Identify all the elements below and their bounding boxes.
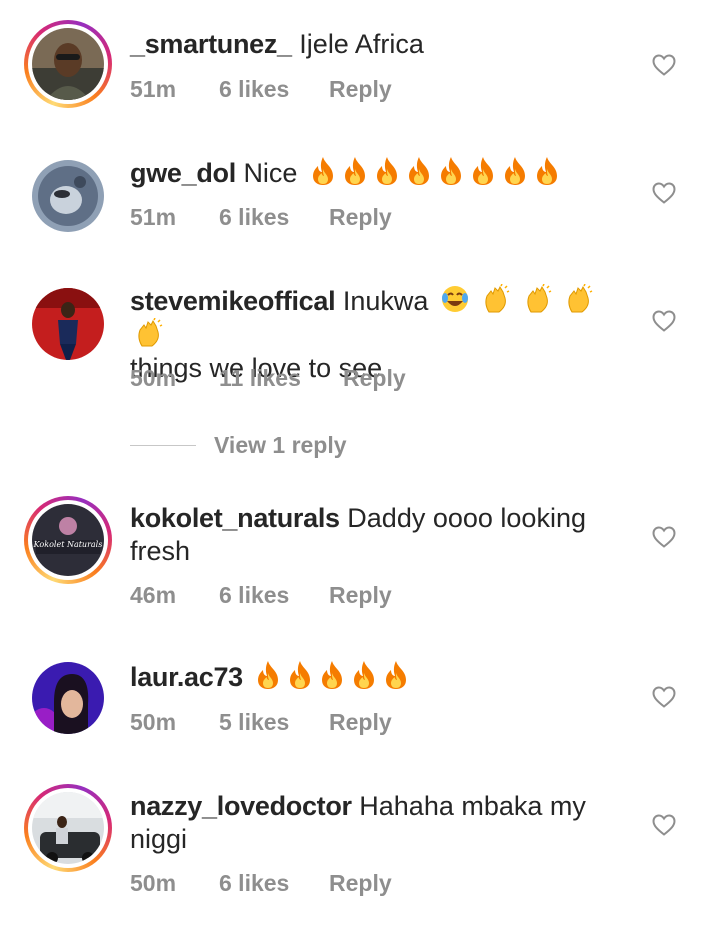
heart-outline-icon[interactable]	[652, 54, 676, 76]
divider	[130, 445, 196, 446]
comment-text: _smartunez_ Ijele Africa	[130, 28, 610, 61]
comment-likes[interactable]: 11 likes	[219, 365, 343, 392]
comment-meta: 46m 6 likes Reply	[130, 582, 392, 609]
clapping-hands-emoji	[568, 284, 593, 313]
view-replies-button[interactable]: View 1 reply	[130, 432, 347, 459]
comment-text: nazzy_lovedoctor Hahaha mbaka my niggi	[130, 790, 610, 856]
avatar-wrap[interactable]	[24, 654, 112, 742]
comment-body: Nice	[243, 158, 298, 188]
comment-username[interactable]: stevemikeoffical	[130, 286, 336, 316]
comment-meta: 51m 6 likes Reply	[130, 76, 392, 103]
comment-time: 50m	[130, 870, 177, 896]
comment-username[interactable]: kokolet_naturals	[130, 503, 340, 533]
avatar	[32, 160, 104, 232]
comment-likes[interactable]: 6 likes	[219, 582, 329, 609]
fire-emoji	[344, 157, 365, 185]
avatar-wrap[interactable]	[24, 280, 112, 368]
heart-outline-icon[interactable]	[652, 814, 676, 836]
avatar-story-ring[interactable]	[24, 784, 112, 872]
avatar	[32, 28, 104, 100]
comment-likes[interactable]: 6 likes	[219, 204, 329, 231]
fire-emoji	[290, 661, 311, 689]
comment-body: Hahaha mbaka my	[359, 791, 586, 821]
fire-emoji	[440, 157, 461, 185]
reply-button[interactable]: Reply	[329, 76, 392, 103]
comment-text: kokolet_naturals Daddy oooo looking fres…	[130, 502, 610, 568]
comment-body-line2: niggi	[130, 824, 188, 854]
reply-button[interactable]: Reply	[329, 204, 392, 231]
avatar-logo-text: Kokolet Naturals	[33, 540, 103, 549]
comment-time: 50m	[130, 709, 177, 735]
comment-body-line2: fresh	[130, 536, 191, 566]
comment-text: gwe_dol Nice	[130, 156, 610, 190]
fire-emoji	[536, 157, 557, 185]
reply-button[interactable]: Reply	[329, 582, 392, 609]
heart-outline-icon[interactable]	[652, 686, 676, 708]
fire-emoji-row	[305, 157, 561, 188]
comment-body: Daddy oooo looking	[347, 503, 586, 533]
heart-outline-icon[interactable]	[652, 526, 676, 548]
comment-time: 51m	[130, 76, 177, 102]
clapping-hands-emoji	[485, 284, 510, 313]
fire-emoji	[472, 157, 493, 185]
comment-meta: 50m 6 likes Reply	[130, 870, 392, 897]
avatar-story-ring[interactable]: Kokolet Naturals	[24, 496, 112, 584]
reply-button[interactable]: Reply	[343, 365, 406, 392]
avatar: Kokolet Naturals	[32, 504, 104, 576]
reply-button[interactable]: Reply	[329, 870, 392, 897]
avatar	[32, 288, 104, 360]
comment-meta: 51m 6 likes Reply	[130, 204, 392, 231]
comment-time: 50m	[130, 365, 177, 391]
fire-emoji	[386, 661, 407, 689]
comment-username[interactable]: _smartunez_	[130, 29, 292, 59]
avatar-story-ring[interactable]	[24, 20, 112, 108]
comment-time: 46m	[130, 582, 177, 608]
comment-time: 51m	[130, 204, 177, 230]
fire-emoji	[258, 661, 279, 689]
comment-likes[interactable]: 5 likes	[219, 709, 329, 736]
fire-emoji-row	[250, 661, 410, 692]
comment-username[interactable]: gwe_dol	[130, 158, 236, 188]
comment-username[interactable]: laur.ac73	[130, 662, 243, 692]
fire-emoji	[312, 157, 333, 185]
heart-outline-icon[interactable]	[652, 182, 676, 204]
comment-username[interactable]: nazzy_lovedoctor	[130, 791, 352, 821]
fire-emoji	[322, 661, 343, 689]
comment-likes[interactable]: 6 likes	[219, 870, 329, 897]
reply-button[interactable]: Reply	[329, 709, 392, 736]
fire-emoji	[376, 157, 397, 185]
comment-likes[interactable]: 6 likes	[219, 76, 329, 103]
tears-of-joy-emoji	[441, 286, 468, 312]
comment-body: Ijele Africa	[299, 29, 424, 59]
comment-text: laur.ac73	[130, 660, 610, 694]
avatar	[32, 792, 104, 864]
avatar	[32, 662, 104, 734]
clapping-hands-emoji	[138, 318, 163, 347]
clapping-hands-emoji	[527, 284, 552, 313]
avatar-wrap[interactable]	[24, 152, 112, 240]
view-replies-label: View 1 reply	[214, 432, 347, 458]
fire-emoji	[408, 157, 429, 185]
comment-meta: 50m 5 likes Reply	[130, 709, 392, 736]
heart-outline-icon[interactable]	[652, 310, 676, 332]
comment-meta: 50m 11 likes Reply	[130, 365, 406, 392]
comment-body: Inukwa	[342, 286, 429, 316]
fire-emoji	[354, 661, 375, 689]
fire-emoji	[504, 157, 525, 185]
